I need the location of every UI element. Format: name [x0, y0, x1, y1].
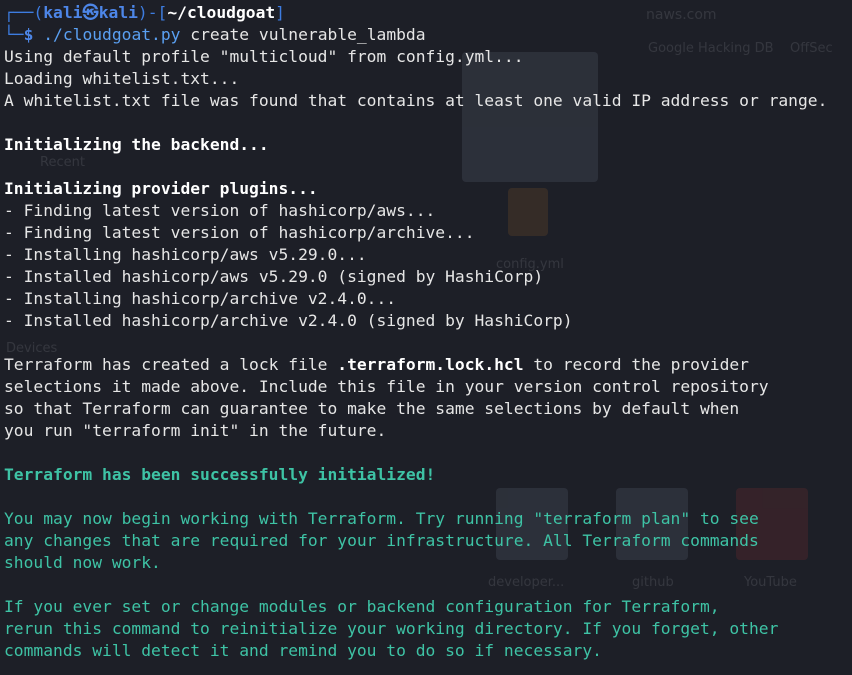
prompt-cwd: ~/cloudgoat — [167, 3, 276, 22]
output-line-info: should now work. — [4, 553, 161, 572]
prompt-frame-bottom: └─ — [4, 25, 24, 44]
output-line: - Installing hashicorp/aws v5.29.0... — [4, 245, 367, 264]
lockfile-text-pre: Terraform has created a lock file — [4, 355, 338, 374]
output-line-info: If you ever set or change modules or bac… — [4, 597, 720, 616]
prompt-dollar: $ — [23, 25, 34, 44]
output-line: A whitelist.txt file was found that cont… — [4, 91, 828, 110]
prompt-line-top: ┌──(kali㉿kali)-[~/cloudgoat] — [4, 2, 852, 24]
lockfile-text-post: to record the provider — [523, 355, 749, 374]
output-line: Using default profile "multicloud" from … — [4, 47, 524, 66]
prompt-frame-mid: )-[ — [137, 3, 168, 22]
output-line-lockfile: Terraform has created a lock file .terra… — [4, 354, 852, 376]
lockfile-name: .terraform.lock.hcl — [337, 355, 524, 374]
output-line: - Installed hashicorp/aws v5.29.0 (signe… — [4, 267, 544, 286]
output-line: - Installing hashicorp/archive v2.4.0... — [4, 289, 397, 308]
command-name: ./cloudgoat.py — [43, 25, 181, 44]
output-heading-backend: Initializing the backend... — [4, 135, 269, 154]
prompt-frame-end: ] — [275, 3, 285, 22]
output-line: - Installed hashicorp/archive v2.4.0 (si… — [4, 311, 573, 330]
success-message: Terraform has been successfully initiali… — [4, 465, 436, 484]
output-line: - Finding latest version of hashicorp/aw… — [4, 201, 436, 220]
prompt-frame: ┌──( — [4, 3, 44, 22]
prompt-user-host: kali㉿kali — [43, 3, 138, 22]
output-line: - Finding latest version of hashicorp/ar… — [4, 223, 475, 242]
terminal-output: ┌──(kali㉿kali)-[~/cloudgoat] └─$ ./cloud… — [4, 2, 852, 662]
output-heading-plugins: Initializing provider plugins... — [4, 179, 318, 198]
output-line-info: any changes that are required for your i… — [4, 531, 759, 550]
output-line-info: rerun this command to reinitialize your … — [4, 619, 779, 638]
command-args: create vulnerable_lambda — [190, 25, 426, 44]
output-line: Loading whitelist.txt... — [4, 69, 240, 88]
output-line: selections it made above. Include this f… — [4, 377, 769, 396]
output-line-info: You may now begin working with Terraform… — [4, 509, 759, 528]
terminal-window[interactable]: naws.com Google Hacking DB OffSec Recent… — [0, 0, 852, 675]
output-line: so that Terraform can guarantee to make … — [4, 399, 740, 418]
prompt-line-command: └─$ ./cloudgoat.py create vulnerable_lam… — [4, 24, 852, 46]
output-line-info: commands will detect it and remind you t… — [4, 641, 602, 660]
output-line: you run "terraform init" in the future. — [4, 421, 387, 440]
